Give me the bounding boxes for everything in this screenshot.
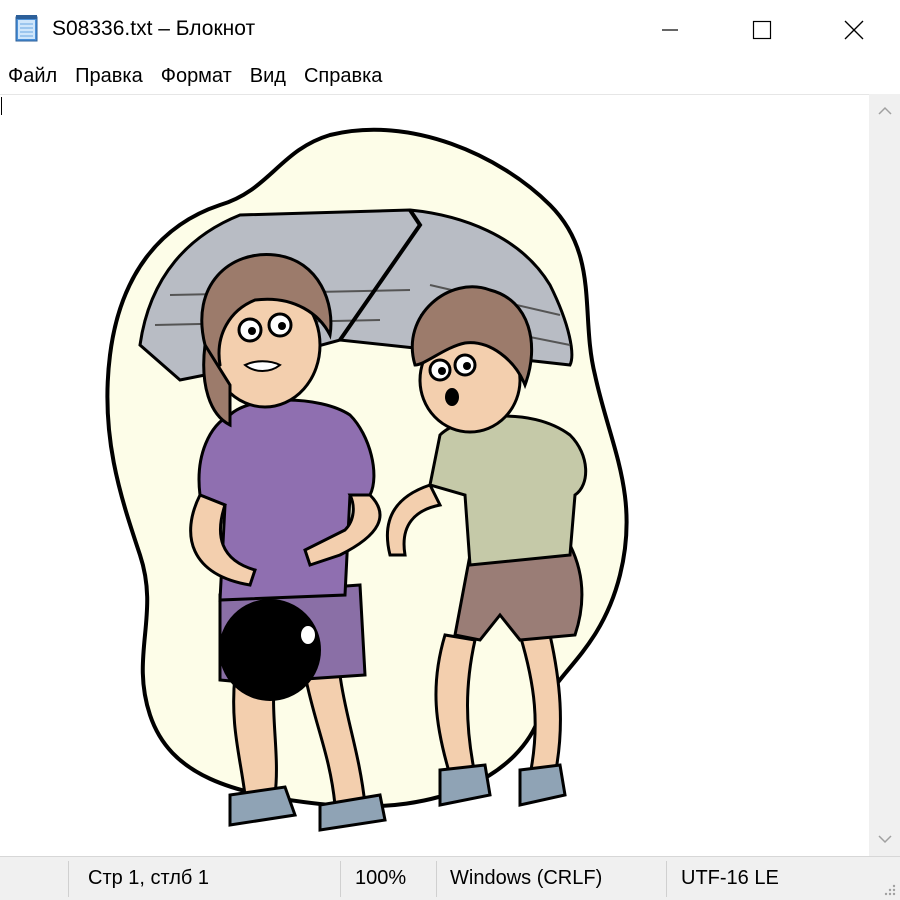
text-caret <box>1 97 2 115</box>
status-separator <box>666 861 667 897</box>
status-separator <box>436 861 437 897</box>
menu-edit[interactable]: Правка <box>66 60 152 93</box>
chevron-up-icon <box>877 106 892 115</box>
minimize-button[interactable] <box>624 0 716 60</box>
status-line-ending: Windows (CRLF) <box>450 867 603 889</box>
status-separator <box>340 861 341 897</box>
clipart-image <box>105 127 629 832</box>
minimize-icon <box>662 29 678 31</box>
notepad-icon <box>15 15 38 42</box>
status-cursor-position: Стр 1, стлб 1 <box>88 867 210 889</box>
menu-format[interactable]: Формат <box>152 60 241 93</box>
status-zoom: 100% <box>355 867 407 889</box>
close-icon <box>844 20 864 40</box>
maximize-icon <box>752 20 772 40</box>
menu-view[interactable]: Вид <box>241 60 295 93</box>
text-editor[interactable] <box>0 94 869 857</box>
status-separator <box>68 861 69 897</box>
menu-help[interactable]: Справка <box>295 60 391 93</box>
title-bar[interactable]: S08336.txt – Блокнот <box>0 0 900 60</box>
maximize-button[interactable] <box>716 0 808 60</box>
menu-bar: Файл Правка Формат Вид Справка <box>0 60 900 93</box>
scroll-up-button[interactable] <box>869 94 900 128</box>
scroll-down-button[interactable] <box>869 822 900 856</box>
vertical-scrollbar[interactable] <box>869 94 900 856</box>
chevron-down-icon <box>877 835 892 844</box>
menu-file[interactable]: Файл <box>0 60 66 93</box>
resize-grip-icon[interactable] <box>882 882 896 896</box>
status-encoding: UTF-16 LE <box>681 867 779 889</box>
close-button[interactable] <box>808 0 900 60</box>
status-bar: Стр 1, стлб 1 100% Windows (CRLF) UTF-16… <box>0 856 900 900</box>
window-title: S08336.txt – Блокнот <box>52 17 256 40</box>
